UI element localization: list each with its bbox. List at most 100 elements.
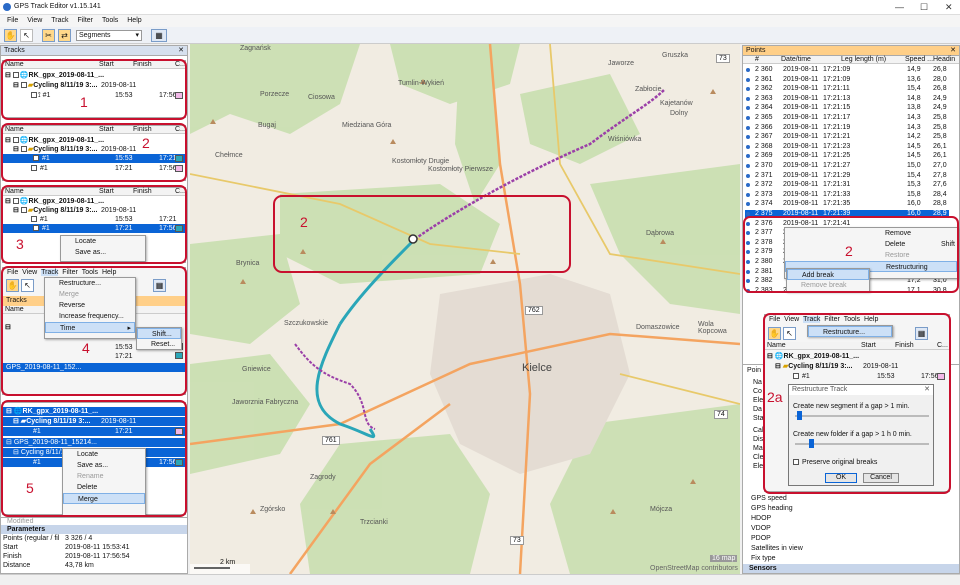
annotation-label-3: 3 <box>16 236 24 252</box>
point-icon <box>746 96 750 101</box>
col-number[interactable]: # <box>755 56 759 64</box>
selected-point-marker[interactable] <box>408 234 418 244</box>
map-view[interactable]: 2 Zagnańsk Tumlin-Wykień Porzecze Ciosow… <box>190 44 740 574</box>
point-number: 2 360 <box>755 66 773 73</box>
split-tool-icon[interactable]: ✂ <box>42 29 55 42</box>
point-date: 2019-08-11 <box>783 181 819 189</box>
point-icon <box>746 77 750 82</box>
point-number: 2 371 <box>755 171 773 179</box>
point-heading: 26,8 <box>933 85 947 93</box>
annotation-box-1 <box>1 59 187 120</box>
prop-label: GPS heading <box>751 505 793 512</box>
menu-view[interactable]: View <box>27 17 42 24</box>
col-speed[interactable]: Speed ... <box>905 56 933 64</box>
tracks-title: Tracks <box>4 47 25 54</box>
join-tool-icon[interactable]: ⇄ <box>58 29 71 42</box>
town-label: Gruszka <box>662 52 689 59</box>
points-row[interactable]: 2 374 2019-08-11 17:21:35 16,0 28,8 <box>745 200 949 208</box>
point-time: 17:21:27 <box>823 162 851 169</box>
annotation-label-2: 2 <box>142 135 150 151</box>
col-datetime[interactable]: Date/time <box>781 56 811 64</box>
points-title: Points <box>746 47 766 54</box>
points-row[interactable]: 2 362 2019-08-11 17:21:11 15,4 26,8 <box>745 85 949 93</box>
point-date: 2019-08-11 <box>783 85 819 93</box>
window-title: GPS Track Editor v1.15.141 <box>14 3 101 10</box>
layout-icon[interactable]: ▦ <box>151 29 167 42</box>
points-row[interactable]: 2 361 2019-08-11 17:21:09 13,6 28,0 <box>745 76 949 84</box>
param-value: 2019-08-11 17:56:54 <box>65 553 130 560</box>
point-date: 2019-08-11 <box>783 123 819 131</box>
point-number: 2 368 <box>755 142 773 150</box>
point-speed: 13,6 <box>907 75 921 83</box>
annotation-box-4 <box>1 266 187 396</box>
point-number: 2 372 <box>755 181 773 189</box>
close-panel-icon[interactable]: ✕ <box>178 46 184 56</box>
city-label: Kielce <box>522 362 552 374</box>
point-icon <box>746 87 750 92</box>
points-row[interactable]: 2 365 2019-08-11 17:21:17 14,3 25,8 <box>745 114 949 122</box>
point-speed: 14,9 <box>907 66 921 73</box>
parameters-title: Parameters <box>1 525 187 534</box>
close-panel-icon[interactable]: ✕ <box>950 46 956 56</box>
point-time: 17:21:09 <box>823 66 851 73</box>
point-heading: 26,8 <box>933 66 947 73</box>
points-row[interactable]: 2 372 2019-08-11 17:21:31 15,3 27,6 <box>745 181 949 189</box>
prop-label: Cal <box>753 427 764 434</box>
close-icon[interactable]: ✕ <box>945 2 953 13</box>
point-icon <box>746 68 750 72</box>
point-heading: 25,8 <box>933 123 947 131</box>
status-bar <box>0 574 960 585</box>
menu-help[interactable]: Help <box>127 17 141 24</box>
town-label: Ciosowa <box>308 94 335 101</box>
point-speed: 14,5 <box>907 142 921 150</box>
menu-file[interactable]: File <box>7 17 18 24</box>
point-date: 2019-08-11 <box>783 133 819 141</box>
annotation-label-4: 4 <box>82 340 90 356</box>
points-row[interactable]: 2 370 2019-08-11 17:21:27 15,0 27,0 <box>745 162 949 170</box>
annotation-box-2 <box>1 123 187 182</box>
road-number: 73 <box>716 54 730 63</box>
points-row[interactable]: 2 364 2019-08-11 17:21:15 13,8 24,9 <box>745 104 949 112</box>
maximize-icon[interactable]: ☐ <box>920 2 928 13</box>
point-speed: 14,2 <box>907 133 921 141</box>
point-time: 17:21:09 <box>823 75 851 83</box>
points-row[interactable]: 2 363 2019-08-11 17:21:13 14,8 24,9 <box>745 95 949 103</box>
town-label: Gniewice <box>242 366 271 373</box>
town-label: Mójcza <box>650 506 673 513</box>
points-row[interactable]: 2 366 2019-08-11 17:21:19 14,3 25,8 <box>745 124 949 132</box>
town-label: Wola Kopcowa <box>698 321 727 335</box>
minimize-icon[interactable]: — <box>895 2 904 12</box>
point-icon <box>746 202 750 207</box>
points-row[interactable]: 2 373 2019-08-11 17:21:33 15,8 28,4 <box>745 191 949 199</box>
point-date: 2019-08-11 <box>783 94 819 102</box>
hand-tool-icon[interactable]: ✋ <box>4 29 17 42</box>
point-speed: 14,3 <box>907 123 921 131</box>
points-row[interactable]: 2 360 2019-08-11 17:21:09 14,9 26,8 <box>745 66 949 74</box>
point-speed: 14,3 <box>907 114 921 121</box>
points-row[interactable]: 2 367 2019-08-11 17:21:21 14,2 25,8 <box>745 133 949 141</box>
properties-title: Poin <box>747 367 762 374</box>
point-time: 17:21:11 <box>823 85 850 93</box>
param-label: Start <box>3 544 18 551</box>
menu-filter[interactable]: Filter <box>77 17 93 24</box>
town-label: Dolny <box>670 110 688 117</box>
point-number: 2 374 <box>755 200 773 208</box>
pointer-tool-icon[interactable]: ↖ <box>20 29 33 42</box>
points-row[interactable]: 2 369 2019-08-11 17:21:25 14,5 26,1 <box>745 152 949 160</box>
col-leg-length[interactable]: Leg length (m) <box>841 56 886 64</box>
point-number: 2 370 <box>755 162 773 169</box>
points-row[interactable]: 2 368 2019-08-11 17:21:23 14,5 26,1 <box>745 143 949 151</box>
menu-tools[interactable]: Tools <box>102 17 118 24</box>
point-time: 17:21:35 <box>823 200 851 208</box>
points-row[interactable]: 2 371 2019-08-11 17:21:29 15,4 27,8 <box>745 172 949 180</box>
mode-select[interactable]: Segments ▾ <box>76 30 142 41</box>
menu-track[interactable]: Track <box>51 17 68 24</box>
town-label: Trzcianki <box>360 519 388 526</box>
point-number: 2 362 <box>755 85 773 93</box>
point-heading: 27,6 <box>933 181 947 189</box>
col-heading[interactable]: Headin <box>933 56 955 64</box>
toolbar: ✋ ↖ ✂ ⇄ Segments ▾ ▦ <box>0 27 960 44</box>
prop-label: Cle <box>753 454 764 461</box>
town-label: Jaworznia Fabryczna <box>232 399 299 406</box>
prop-label: Satellites in view <box>751 545 803 552</box>
